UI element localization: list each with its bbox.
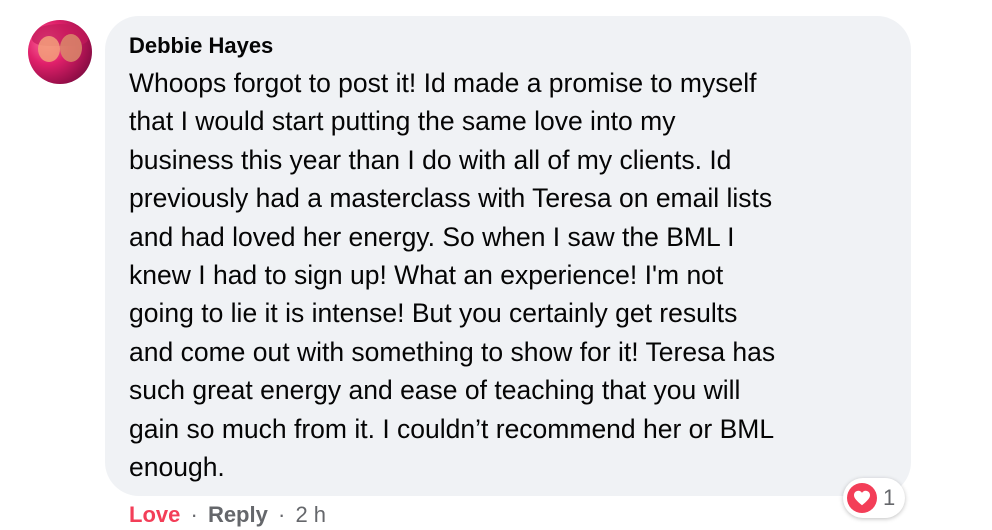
comment-line: knew I had to sign up! What an experienc… (129, 260, 724, 291)
comment-line: such great energy and ease of teaching t… (129, 375, 741, 406)
comment-line: that I would start putting the same love… (129, 106, 676, 137)
avatar-face (38, 36, 60, 62)
comment-line: and had loved her energy. So when I saw … (129, 221, 735, 252)
comment-line: business this year than I do with all of… (129, 144, 732, 175)
comment-line: previously had a masterclass with Teresa… (129, 183, 773, 214)
reply-button[interactable]: Reply (208, 502, 268, 527)
timestamp[interactable]: 2 h (295, 502, 326, 527)
comment-line: and come out with something to show for … (129, 336, 776, 367)
reaction-badge[interactable]: 1 (843, 478, 906, 518)
reaction-count: 1 (883, 485, 896, 510)
heart-icon (847, 483, 877, 513)
comment-author[interactable]: Debbie Hayes (129, 33, 273, 59)
love-button[interactable]: Love (129, 502, 180, 527)
comment: Debbie Hayes Whoops forgot to post it! I… (0, 0, 992, 527)
comment-line: gain so much from it. I couldn’t recomme… (129, 413, 775, 444)
comment-line: enough. (129, 452, 225, 483)
avatar-face (60, 34, 82, 62)
comment-actions: Love · Reply · 2 h (129, 500, 326, 530)
comment-line: Whoops forgot to post it! Id made a prom… (129, 68, 757, 98)
separator: · (190, 502, 198, 527)
comment-line: going to lie it is intense! But you cert… (129, 298, 738, 329)
comment-text: Whoops forgot to post it! Id made a prom… (129, 64, 899, 486)
avatar[interactable] (28, 20, 92, 84)
separator: · (277, 502, 286, 527)
